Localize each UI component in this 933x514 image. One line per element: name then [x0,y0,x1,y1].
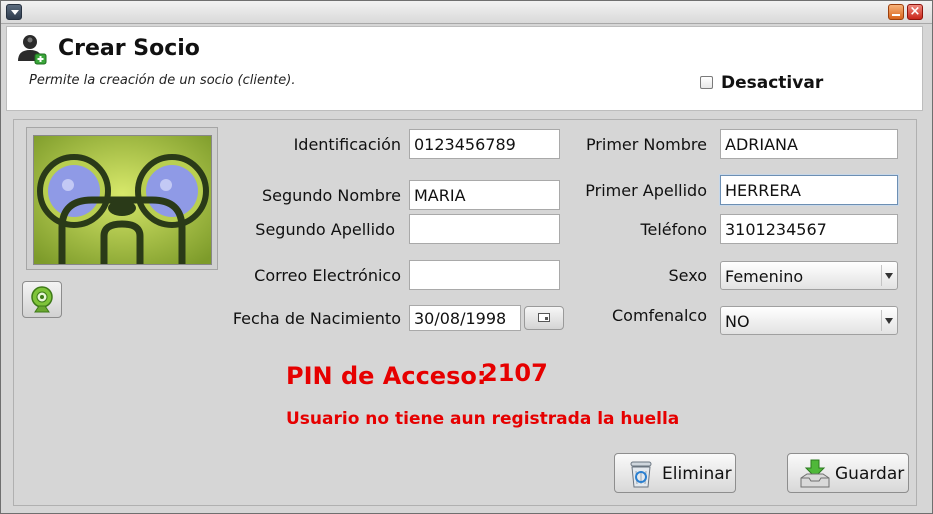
close-button[interactable]: × [907,4,923,20]
webcam-icon [31,286,53,313]
pin-value: 2107 [481,359,548,387]
sexo-label: Sexo [668,266,707,285]
calendar-button[interactable] [524,306,564,330]
fecha-nacimiento-label: Fecha de Nacimiento [232,309,401,328]
sexo-selected-value: Femenino [725,267,804,286]
chevron-down-icon [881,310,895,331]
telefono-input[interactable]: 3101234567 [720,214,898,244]
correo-label: Correo Electrónico [254,266,401,285]
page-subtitle: Permite la creación de un socio (cliente… [29,73,296,88]
telefono-label: Teléfono [640,220,707,239]
window-menu-button[interactable] [6,4,22,20]
photo-frame [26,127,218,270]
comfenalco-select[interactable]: NO [720,306,898,335]
identificacion-label: Identificación [293,135,401,154]
correo-input[interactable] [409,260,560,290]
primer-apellido-label: Primer Apellido [585,181,707,200]
page-title: Crear Socio [58,36,200,61]
desactivar-checkbox[interactable] [700,76,713,89]
segundo-nombre-label: Segundo Nombre [261,186,401,205]
sexo-select[interactable]: Femenino [720,261,898,290]
webcam-button[interactable] [22,281,62,318]
fingerprint-warning: Usuario no tiene aun registrada la huell… [286,409,680,429]
guardar-label: Guardar [835,464,905,484]
chevron-down-icon [881,265,895,286]
crear-socio-window: × Crear Socio Permite la creación de un … [0,0,933,514]
desactivar-label: Desactivar [721,73,824,93]
minimize-button[interactable] [888,4,904,20]
form-header: Crear Socio Permite la creación de un so… [6,26,923,111]
segundo-apellido-label: Segundo Apellido [255,220,395,239]
fecha-nacimiento-input[interactable]: 30/08/1998 [409,305,521,331]
member-photo [33,135,212,265]
close-icon: × [909,4,921,19]
segundo-apellido-input[interactable] [409,214,560,244]
comfenalco-label: Comfenalco [612,306,707,325]
eliminar-button[interactable]: Eliminar [614,453,736,493]
save-tray-icon [800,459,830,488]
identificacion-input[interactable]: 0123456789 [409,129,560,159]
user-add-icon [17,33,47,69]
calendar-icon [538,313,550,322]
segundo-nombre-input[interactable]: MARIA [409,180,560,210]
guardar-button[interactable]: Guardar [787,453,909,493]
pin-label: PIN de Acceso: [286,362,487,390]
eliminar-label: Eliminar [662,464,732,484]
primer-nombre-label: Primer Nombre [585,135,707,154]
title-bar: × [1,1,932,24]
recycle-bin-icon [630,461,652,488]
comfenalco-selected-value: NO [725,312,750,331]
primer-apellido-input[interactable]: HERRERA [720,175,898,205]
primer-nombre-input[interactable]: ADRIANA [720,129,898,159]
